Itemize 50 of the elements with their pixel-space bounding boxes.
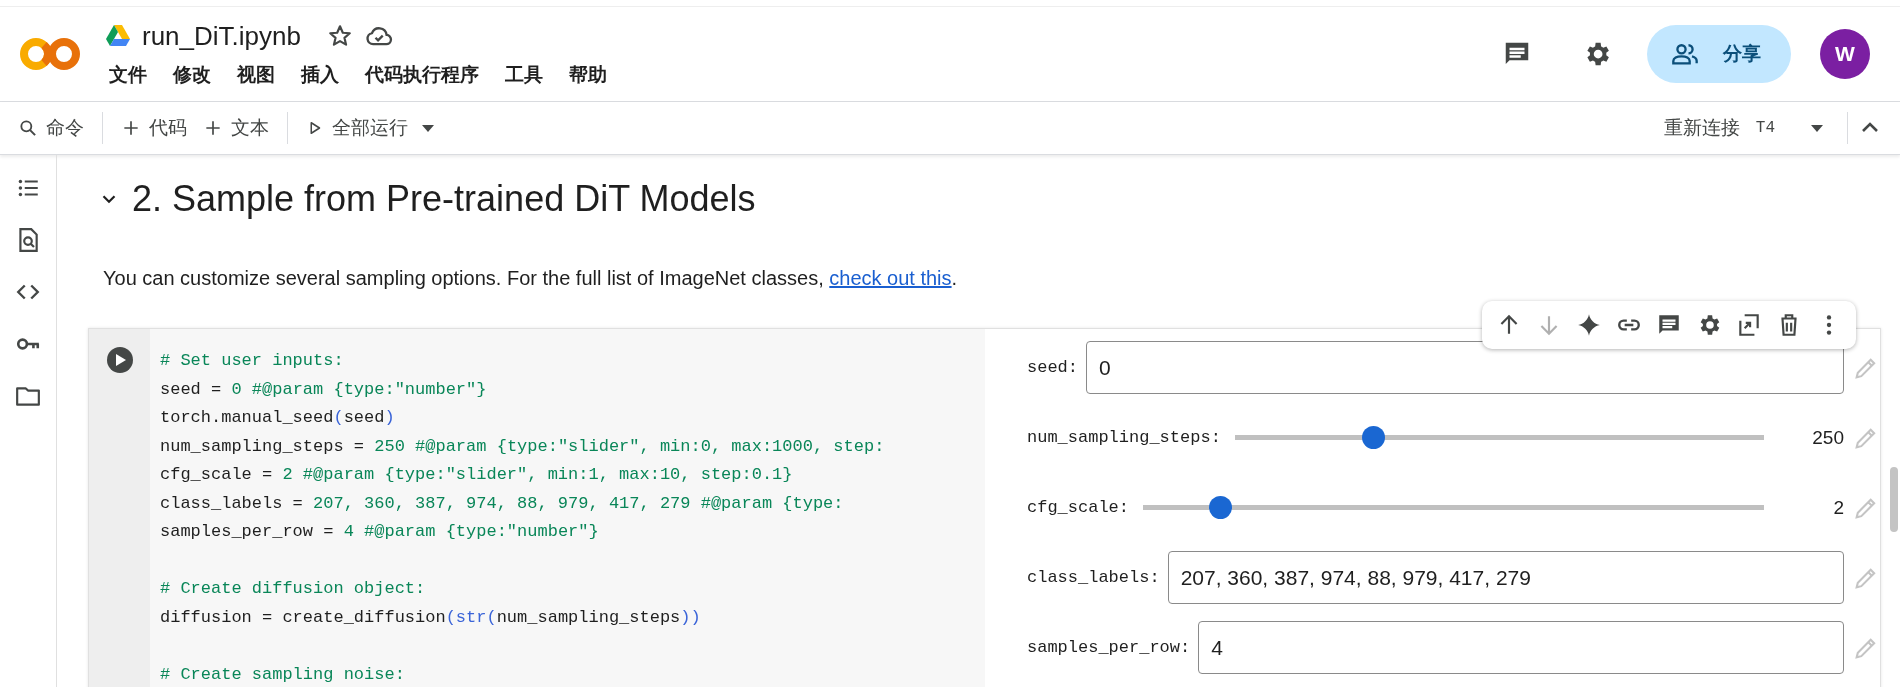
- field-label: samples_per_row:: [1027, 638, 1191, 657]
- menu-item[interactable]: 帮助: [566, 61, 610, 88]
- slider-thumb[interactable]: [1208, 496, 1232, 519]
- slider-thumb[interactable]: [1361, 426, 1385, 449]
- code-line: # Set user inputs:: [160, 350, 345, 372]
- code-line: # Create sampling noise:: [160, 663, 406, 686]
- intro-text: You can customize several sampling options. For the full list of ImageNet classes, check out this.: [103, 267, 958, 290]
- slider-value: 2: [1832, 496, 1844, 519]
- code-line: # Create diffusion object:: [160, 578, 427, 600]
- field-label: cfg_scale:: [1027, 498, 1130, 517]
- menu-item[interactable]: 工具: [502, 61, 546, 88]
- scrollbar-thumb[interactable]: [1890, 467, 1898, 532]
- runtime-label: T4: [1755, 119, 1775, 137]
- code-line: cfg_scale = 2 #@param {type:"slider", min:1, max:10, step:0.1}: [160, 464, 794, 486]
- menu-item[interactable]: 修改: [170, 61, 214, 88]
- param-input[interactable]: 207, 360, 387, 974, 88, 979, 417, 279: [1167, 551, 1844, 604]
- code-line: samples_per_row = 4 #@param {type:"number"}: [160, 521, 600, 543]
- add-code-button[interactable]: 代码: [113, 111, 195, 145]
- run-cell-button[interactable]: [106, 347, 133, 373]
- slider-value: 250: [1811, 426, 1844, 449]
- run-all-button[interactable]: 全部运行: [298, 111, 416, 145]
- code-line: diffusion = create_diffusion(str(num_sampling_steps)): [160, 606, 702, 629]
- field-label: seed:: [1027, 358, 1078, 377]
- plus-icon: [121, 118, 141, 138]
- section-heading: 2. Sample from Pre-trained DiT Models: [132, 178, 756, 220]
- imagenet-link[interactable]: check out this: [829, 267, 952, 289]
- code-line: seed = 0 #@param {type:"number"}: [160, 378, 488, 401]
- user-avatar[interactable]: W: [1820, 29, 1870, 79]
- menu-item[interactable]: 文件: [106, 61, 150, 88]
- field-label: class_labels:: [1027, 568, 1160, 587]
- code-line: num_sampling_steps = 250 #@param {type:"slider", min:0, max:1000, step:: [160, 435, 886, 458]
- menu-item[interactable]: 代码执行程序: [362, 61, 482, 88]
- reconnect-button[interactable]: 重新连接 T4: [1655, 111, 1783, 145]
- add-text-button[interactable]: 文本: [195, 111, 277, 145]
- share-button[interactable]: 分享: [1647, 25, 1791, 83]
- field-label: num_sampling_steps:: [1027, 428, 1221, 447]
- command-button[interactable]: 命令: [10, 111, 92, 145]
- param-input[interactable]: 4: [1198, 621, 1844, 674]
- plus-icon: [203, 118, 223, 138]
- menu-item[interactable]: 插入: [298, 61, 342, 88]
- code-line: torch.manual_seed(seed): [160, 407, 396, 429]
- drive-icon: [106, 25, 130, 47]
- mirror-cell-icon[interactable]: [1736, 312, 1762, 338]
- star-icon[interactable]: [327, 23, 353, 49]
- menu-item[interactable]: 视图: [234, 61, 278, 88]
- play-icon: [113, 354, 126, 366]
- colab-logo[interactable]: [20, 36, 80, 72]
- code-line: class_labels = 207, 360, 387, 974, 88, 979, 417, 279 #@param {type:: [160, 492, 845, 515]
- notebook-title[interactable]: run_DiT.ipynb: [142, 20, 301, 52]
- search-icon: [18, 118, 38, 138]
